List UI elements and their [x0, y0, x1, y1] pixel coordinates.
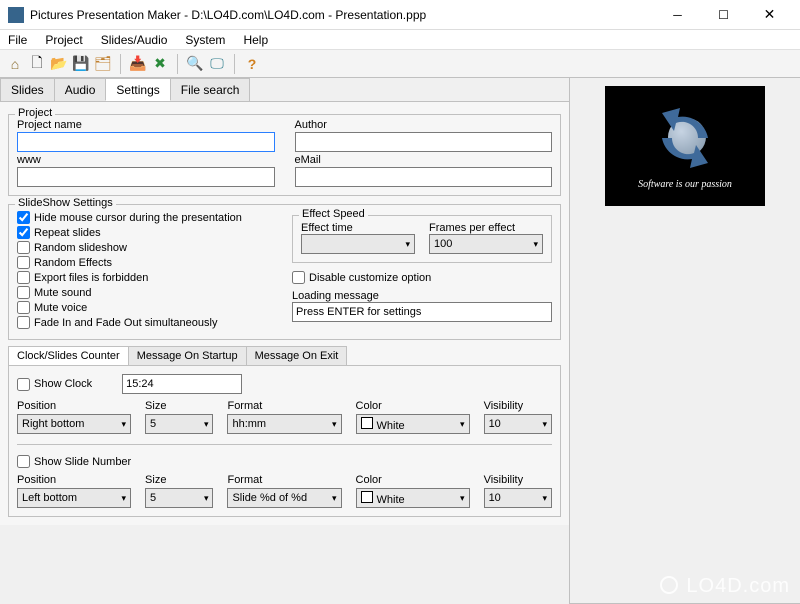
random-effects-check[interactable]: Random Effects: [17, 256, 280, 269]
disable-customize-check[interactable]: Disable customize option: [292, 271, 552, 284]
slide-position-dropdown[interactable]: Left bottom▾: [17, 488, 131, 508]
save-icon[interactable]: 💾: [72, 55, 90, 73]
separator: [120, 54, 121, 74]
www-label: www: [17, 154, 275, 166]
show-slide-number-check[interactable]: Show Slide Number: [17, 455, 552, 468]
clock-visibility-dropdown[interactable]: 10▾: [484, 414, 552, 434]
subtab-clock[interactable]: Clock/Slides Counter: [8, 346, 129, 365]
export-forbidden-check[interactable]: Export files is forbidden: [17, 271, 280, 284]
slide-position-label: Position: [17, 474, 131, 486]
preview-pane: Software is our passion: [570, 78, 800, 604]
slide-size-label: Size: [145, 474, 213, 486]
email-label: eMail: [295, 154, 553, 166]
fade-check[interactable]: Fade In and Fade Out simultaneously: [17, 316, 280, 329]
menu-help[interactable]: Help: [241, 31, 270, 49]
slide-visibility-dropdown[interactable]: 10▾: [484, 488, 552, 508]
menu-file[interactable]: File: [6, 31, 29, 49]
effect-time-dropdown[interactable]: ▾: [301, 234, 415, 254]
author-label: Author: [295, 119, 553, 131]
slide-color-label: Color: [356, 474, 470, 486]
slide-size-dropdown[interactable]: 5▾: [145, 488, 213, 508]
slide-visibility-label: Visibility: [484, 474, 552, 486]
titlebar: Pictures Presentation Maker - D:\LO4D.co…: [0, 0, 800, 30]
slideshow-group: SlideShow Settings Hide mouse cursor dur…: [8, 204, 561, 340]
subtab-startup[interactable]: Message On Startup: [128, 346, 247, 365]
effect-speed-legend: Effect Speed: [299, 208, 368, 220]
project-legend: Project: [15, 107, 55, 119]
minimize-button[interactable]: ─: [655, 1, 700, 29]
tab-file-search[interactable]: File search: [170, 78, 251, 101]
window-title: Pictures Presentation Maker - D:\LO4D.co…: [30, 8, 655, 22]
subtab-exit[interactable]: Message On Exit: [246, 346, 348, 365]
mute-voice-check[interactable]: Mute voice: [17, 301, 280, 314]
preview-image: Software is our passion: [605, 86, 765, 206]
export-icon[interactable]: ✖: [151, 55, 169, 73]
clock-position-dropdown[interactable]: Right bottom▾: [17, 414, 131, 434]
slide-format-label: Format: [227, 474, 341, 486]
project-name-input[interactable]: [17, 132, 275, 152]
show-clock-check[interactable]: Show Clock: [17, 378, 92, 391]
open-icon[interactable]: 📂: [50, 55, 68, 73]
clock-position-label: Position: [17, 400, 131, 412]
tab-audio[interactable]: Audio: [54, 78, 107, 101]
mute-sound-check[interactable]: Mute sound: [17, 286, 280, 299]
www-input[interactable]: [17, 167, 275, 187]
clock-time-input[interactable]: [122, 374, 242, 394]
slide-format-dropdown[interactable]: Slide %d of %d▾: [227, 488, 341, 508]
clock-visibility-label: Visibility: [484, 400, 552, 412]
clock-panel: Show Clock Position Right bottom▾ Size 5…: [8, 366, 561, 517]
fpe-dropdown[interactable]: 100▾: [429, 234, 543, 254]
project-group: Project Project name Author www: [8, 114, 561, 196]
sub-tabs: Clock/Slides Counter Message On Startup …: [8, 346, 561, 366]
preview-icon[interactable]: 🔍: [186, 55, 204, 73]
new-icon[interactable]: 🗋: [28, 55, 46, 73]
clock-size-dropdown[interactable]: 5▾: [145, 414, 213, 434]
import-icon[interactable]: 📥: [129, 55, 147, 73]
slide-color-dropdown[interactable]: White▾: [356, 488, 470, 508]
random-slideshow-check[interactable]: Random slideshow: [17, 241, 280, 254]
help-icon[interactable]: ?: [243, 55, 261, 73]
menu-system[interactable]: System: [183, 31, 227, 49]
hide-cursor-check[interactable]: Hide mouse cursor during the presentatio…: [17, 211, 280, 224]
clock-format-label: Format: [227, 400, 341, 412]
clock-color-dropdown[interactable]: White▾: [356, 414, 470, 434]
effect-speed-group: Effect Speed Effect time ▾ Frames per ef…: [292, 215, 552, 263]
author-input[interactable]: [295, 132, 553, 152]
fpe-label: Frames per effect: [429, 222, 515, 234]
watermark: LO4D.com: [660, 575, 790, 598]
toolbar: ⌂ 🗋 📂 💾 🗂 📥 ✖ 🔍 🖵 ?: [0, 50, 800, 78]
menu-slides-audio[interactable]: Slides/Audio: [99, 31, 170, 49]
slideshow-legend: SlideShow Settings: [15, 197, 116, 209]
tab-slides[interactable]: Slides: [0, 78, 55, 101]
effect-time-label: Effect time: [301, 222, 353, 234]
menubar: File Project Slides/Audio System Help: [0, 30, 800, 50]
separator: [177, 54, 178, 74]
home-icon[interactable]: ⌂: [6, 55, 24, 73]
email-input[interactable]: [295, 167, 553, 187]
maximize-button[interactable]: ☐: [701, 1, 746, 29]
main-pane: Slides Audio Settings File search Projec…: [0, 78, 570, 604]
menu-project[interactable]: Project: [43, 31, 84, 49]
project-name-label: Project name: [17, 119, 275, 131]
clock-color-label: Color: [356, 400, 470, 412]
preview-caption: Software is our passion: [638, 179, 732, 190]
loading-msg-input[interactable]: [292, 302, 552, 322]
save-all-icon[interactable]: 🗂: [94, 55, 112, 73]
repeat-slides-check[interactable]: Repeat slides: [17, 226, 280, 239]
separator: [234, 54, 235, 74]
app-icon: [8, 7, 24, 23]
loading-msg-label: Loading message: [292, 290, 379, 302]
clock-format-dropdown[interactable]: hh:mm▾: [227, 414, 341, 434]
close-button[interactable]: ✕: [747, 1, 792, 29]
tab-settings[interactable]: Settings: [105, 78, 170, 101]
run-icon[interactable]: 🖵: [208, 55, 226, 73]
clock-size-label: Size: [145, 400, 213, 412]
main-tabs: Slides Audio Settings File search: [0, 78, 569, 102]
